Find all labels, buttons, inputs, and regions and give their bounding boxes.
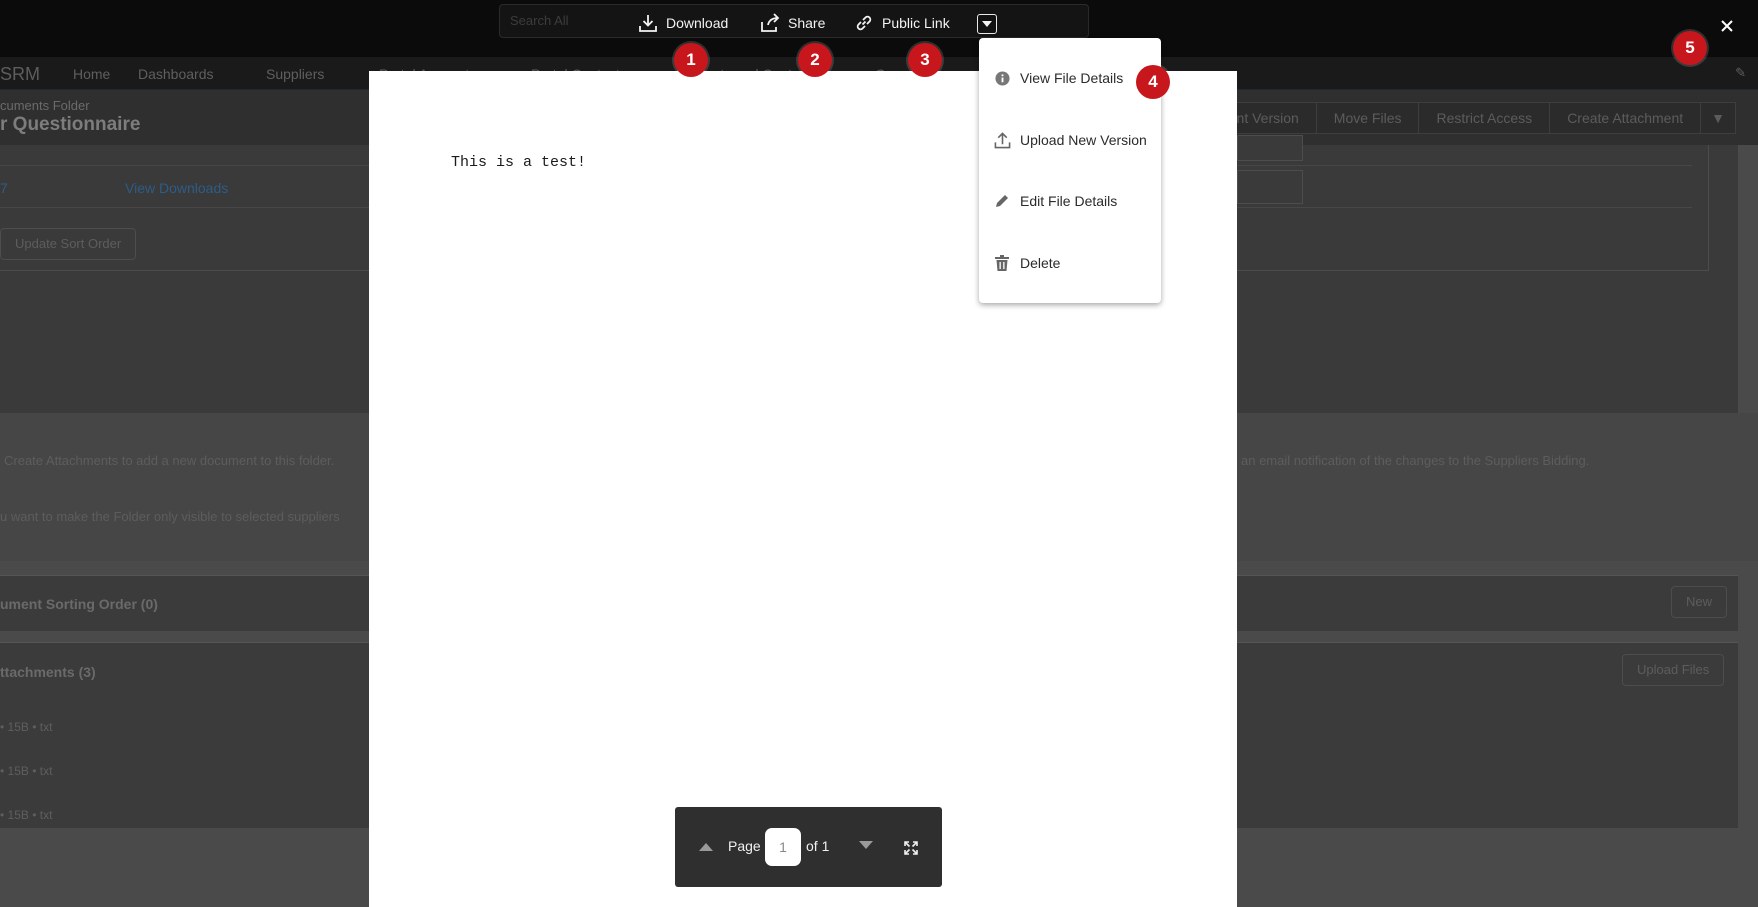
caret-down-icon	[982, 21, 992, 27]
page-number-input[interactable]	[765, 828, 801, 866]
download-button[interactable]: Download	[638, 13, 728, 33]
row-number: 7	[0, 180, 8, 196]
update-sort-order-button: Update Sort Order	[0, 228, 137, 260]
menu-item-label: Upload New Version	[1020, 132, 1147, 148]
menu-item-label: View File Details	[1020, 70, 1124, 86]
file-meta: • 15B • txt	[0, 808, 53, 822]
share-button[interactable]: Share	[760, 13, 825, 33]
annotation-badge: 5	[1673, 31, 1707, 65]
help-line: an email notification of the changes to …	[1241, 453, 1590, 468]
trash-icon	[993, 254, 1011, 272]
annotation-badge: 2	[798, 43, 832, 77]
move-files-action: Move Files	[1315, 102, 1420, 134]
section-title: ttachments (3)	[0, 664, 96, 680]
menu-item-edit-file-details[interactable]: Edit File Details	[993, 192, 1117, 210]
nav-item-dashboards: Dashboards	[138, 66, 214, 82]
file-meta: • 15B • txt	[0, 720, 53, 734]
page-label: Page	[728, 838, 761, 854]
app-name: SRM	[0, 64, 40, 84]
download-icon	[639, 15, 657, 32]
menu-item-delete[interactable]: Delete	[993, 254, 1060, 272]
share-label: Share	[788, 15, 826, 31]
page-total: of 1	[806, 838, 830, 854]
nav-item-suppliers: Suppliers	[266, 66, 325, 82]
previous-page-icon[interactable]	[699, 841, 713, 851]
help-line: Create Attachments to add a new document…	[4, 453, 335, 468]
menu-item-label: Delete	[1020, 255, 1061, 271]
upload-files-button: Upload Files	[1622, 654, 1725, 686]
close-icon	[1721, 20, 1733, 32]
annotation-badge: 3	[908, 43, 942, 77]
menu-item-upload-new-version[interactable]: Upload New Version	[993, 131, 1147, 149]
public-link-label: Public Link	[882, 15, 950, 31]
document-text: This is a test!	[451, 154, 587, 171]
annotation-badge: 1	[674, 43, 708, 77]
new-button: New	[1671, 586, 1728, 618]
page-navigator: Page of 1	[675, 807, 942, 887]
more-menu-toggle[interactable]	[977, 14, 997, 34]
fullscreen-icon[interactable]	[904, 841, 918, 855]
public-link-button[interactable]: Public Link	[854, 13, 950, 33]
nav-item-home: Home	[73, 66, 111, 82]
breadcrumb: cuments Folder	[0, 98, 90, 113]
close-viewer-button[interactable]	[1716, 15, 1738, 37]
page-title: r Questionnaire	[0, 114, 141, 135]
create-attachment-action: Create Attachment	[1549, 102, 1702, 134]
menu-item-view-file-details[interactable]: View File Details	[993, 69, 1123, 87]
upload-icon	[993, 131, 1011, 149]
menu-item-label: Edit File Details	[1020, 193, 1118, 209]
file-meta: • 15B • txt	[0, 764, 53, 778]
download-label: Download	[666, 15, 729, 31]
help-line: u want to make the Folder only visible t…	[0, 509, 340, 524]
info-icon	[993, 69, 1011, 87]
edit-nav-icon: ✎	[1735, 65, 1746, 80]
next-page-icon[interactable]	[859, 841, 873, 851]
record-actions: nt Version Move Files Restrict Access Cr…	[1218, 102, 1736, 134]
more-actions-menu: View File Details Upload New Version Edi…	[979, 38, 1161, 303]
row-field	[1237, 170, 1303, 204]
view-downloads-link: View Downloads	[125, 180, 229, 196]
restrict-access-action: Restrict Access	[1418, 102, 1551, 134]
share-icon	[761, 13, 780, 32]
pencil-icon	[993, 192, 1011, 210]
annotation-badge: 4	[1136, 65, 1170, 99]
row-field	[1237, 135, 1303, 161]
more-actions-icon: ▼	[1700, 102, 1736, 134]
section-title: ument Sorting Order (0)	[0, 596, 158, 612]
viewer-toolbar: Download Share Public Link	[0, 0, 1758, 50]
link-icon	[856, 15, 872, 31]
